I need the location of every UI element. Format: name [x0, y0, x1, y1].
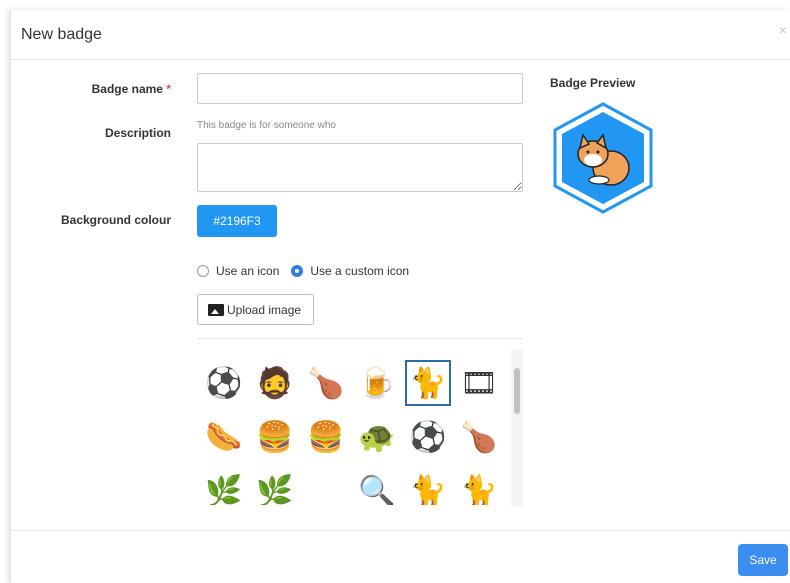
cat-icon[interactable]: 🐈 [405, 468, 451, 506]
soccer-ball-icon[interactable]: ⚽ [405, 414, 451, 460]
scrollbar-thumb[interactable] [514, 368, 520, 414]
description-textarea[interactable] [197, 143, 523, 192]
new-badge-modal: New badge × Badge name * Description Thi… [10, 10, 790, 583]
partial-icon[interactable]: 🌿 [201, 468, 247, 506]
burger-icon[interactable]: 🍔 [303, 414, 349, 460]
partial-icon[interactable] [303, 468, 349, 505]
badge-preview [551, 102, 655, 214]
partial-icon[interactable]: 🔍 [354, 468, 400, 506]
background-colour-label: Background colour [60, 213, 171, 227]
use-icon-label[interactable]: Use an icon [216, 264, 279, 278]
hotdog-icon[interactable]: 🌭 [201, 414, 247, 460]
badge-name-label: Badge name * [91, 82, 171, 96]
badge-preview-title: Badge Preview [550, 76, 636, 90]
badge-hexagon [553, 102, 653, 214]
upload-image-button[interactable]: Upload image [197, 294, 314, 325]
modal-title: New badge [21, 26, 102, 43]
badge-name-input[interactable] [197, 73, 523, 104]
bearded-man-icon[interactable]: 🧔 [252, 360, 298, 406]
close-button[interactable]: × [779, 22, 787, 38]
partial-icon[interactable]: 🌿 [252, 468, 298, 506]
background-colour-picker[interactable]: #2196F3 [197, 205, 277, 237]
film-reel-icon[interactable]: 🎞 [456, 360, 502, 406]
image-icon [208, 303, 224, 316]
cat-icon[interactable]: 🐈 [405, 360, 451, 406]
drumstick-icon[interactable]: 🍗 [303, 360, 349, 406]
drumstick-icon[interactable]: 🍗 [456, 414, 502, 460]
icon-grid-scrollbar[interactable] [511, 350, 523, 507]
use-custom-icon-label[interactable]: Use a custom icon [310, 264, 409, 278]
description-label: Description [104, 126, 171, 140]
icon-grid: ⚽ 🧔 🍗 🍺 🐈 🎞 🌭 🍔 🍔 🐢 ⚽ 🍗 🌿 🌿 🔍 🐈 🐈 [197, 348, 523, 505]
divider [197, 338, 523, 339]
description-help: This badge is for someone who [197, 120, 336, 131]
upload-image-label: Upload image [227, 302, 302, 317]
use-custom-icon-radio[interactable] [291, 265, 304, 277]
use-icon-radio[interactable] [197, 265, 209, 277]
modal-header: New badge × [11, 10, 790, 60]
soccer-ball-icon[interactable]: ⚽ [201, 360, 247, 406]
burger-icon[interactable]: 🍔 [252, 414, 298, 460]
icon-type-radio-group: Use an icon Use a custom icon [197, 264, 421, 278]
save-button[interactable]: Save [738, 544, 788, 576]
turtle-icon[interactable]: 🐢 [354, 414, 400, 460]
pint-glass-icon[interactable]: 🍺 [354, 360, 400, 406]
modal-footer [11, 530, 790, 583]
required-mark: * [166, 82, 171, 96]
cat-icon[interactable]: 🐈 [456, 468, 502, 506]
